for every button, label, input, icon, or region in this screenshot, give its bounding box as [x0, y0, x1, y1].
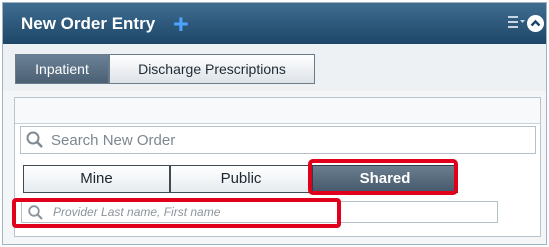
- search-icon: [25, 130, 45, 155]
- order-type-tabs: Inpatient Discharge Prescriptions: [3, 44, 546, 91]
- shared-tab-highlight: [308, 159, 458, 195]
- search-placeholder: Search New Order: [51, 132, 176, 149]
- tab-discharge-prescriptions[interactable]: Discharge Prescriptions: [109, 54, 315, 84]
- panel-header-strip: [15, 98, 540, 124]
- collapse-chevron-icon[interactable]: [527, 15, 544, 32]
- window-title: New Order Entry: [21, 14, 156, 33]
- window-titlebar: New Order Entry +: [3, 3, 546, 45]
- filter-tab-public[interactable]: Public: [170, 165, 312, 193]
- tab-inpatient[interactable]: Inpatient: [15, 54, 109, 84]
- filter-tab-mine[interactable]: Mine: [23, 165, 170, 193]
- plus-icon[interactable]: +: [173, 10, 189, 38]
- provider-search-highlight: [12, 198, 341, 228]
- search-new-order-input[interactable]: Search New Order: [20, 126, 536, 154]
- menu-dropdown-icon[interactable]: [508, 15, 526, 34]
